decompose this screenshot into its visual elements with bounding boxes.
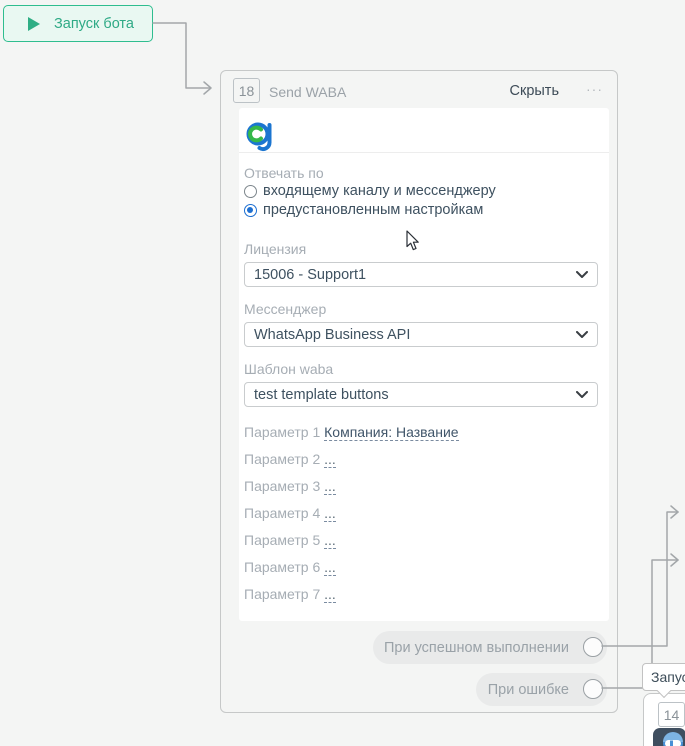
param-value-link[interactable]: ...: [324, 532, 336, 549]
param-value-link[interactable]: ...: [324, 478, 336, 495]
waba-template-label: Шаблон waba: [244, 361, 598, 378]
start-bot-node[interactable]: Запуск бота: [3, 5, 153, 42]
arrowhead-icon: [671, 506, 678, 518]
param-label: Параметр 7: [244, 586, 320, 602]
param-row: Параметр 1 Компания: Название: [244, 425, 598, 439]
error-connector-port[interactable]: [583, 679, 603, 699]
radio-checked-icon[interactable]: [244, 204, 257, 217]
param-row: Параметр 7 ...: [244, 587, 598, 601]
node-number-badge: 18: [233, 78, 260, 103]
wire-start-to-node: [153, 23, 210, 88]
chevron-down-icon: [576, 331, 588, 339]
arrowhead-icon: [204, 82, 211, 94]
param-label: Параметр 5: [244, 532, 320, 548]
param-row: Параметр 2 ...: [244, 452, 598, 466]
license-select[interactable]: 15006 - Support1: [244, 262, 598, 287]
node-number-badge: 14: [658, 702, 685, 727]
radio-option-incoming-channel[interactable]: входящему каналу и мессенджеру: [244, 182, 598, 201]
radio-option-label: предустановленным настройкам: [263, 201, 483, 220]
param-value-link[interactable]: ...: [324, 559, 336, 576]
waba-template-select-value: test template buttons: [254, 387, 389, 403]
chevron-down-icon: [576, 391, 588, 399]
node-menu-button[interactable]: ···: [586, 81, 603, 97]
license-select-value: 15006 - Support1: [254, 267, 366, 283]
success-connector-port[interactable]: [583, 637, 603, 657]
flow-canvas: Запуск бота 18 Send WABA Скрыть ··· Отве…: [0, 0, 685, 746]
messenger-app-icon: [653, 728, 685, 746]
i2crm-logo-icon: [244, 115, 275, 153]
messenger-select[interactable]: WhatsApp Business API: [244, 322, 598, 347]
mouse-cursor-icon: [406, 230, 422, 252]
play-icon: [28, 17, 40, 31]
radio-option-preset-settings[interactable]: предустановленным настройкам: [244, 201, 598, 220]
param-row: Параметр 3 ...: [244, 479, 598, 493]
radio-unchecked-icon[interactable]: [244, 185, 257, 198]
radio-option-label: входящему каналу и мессенджеру: [263, 182, 496, 201]
send-waba-node[interactable]: 18 Send WABA Скрыть ··· Отвечать по вход…: [220, 70, 618, 713]
app-logo-row: [239, 108, 609, 153]
hide-node-button[interactable]: Скрыть: [510, 83, 560, 99]
node-settings-card: Отвечать по входящему каналу и мессендже…: [239, 108, 609, 621]
chevron-down-icon: [576, 271, 588, 279]
param-label: Параметр 1: [244, 424, 320, 440]
param-row: Параметр 4 ...: [244, 506, 598, 520]
output-success-pill: При успешном выполнении: [373, 631, 607, 664]
node-title: Send WABA: [269, 84, 346, 100]
param-row: Параметр 5 ...: [244, 533, 598, 547]
arrowhead-icon: [671, 554, 678, 566]
param-value-link[interactable]: Компания: Название: [324, 424, 458, 441]
reply-by-label: Отвечать по: [244, 165, 598, 182]
waba-template-select[interactable]: test template buttons: [244, 382, 598, 407]
start-bot-label: Запуск бота: [54, 16, 134, 32]
param-label: Параметр 4: [244, 505, 320, 521]
messenger-label: Мессенджер: [244, 301, 598, 318]
messenger-select-value: WhatsApp Business API: [254, 327, 410, 343]
param-label: Параметр 3: [244, 478, 320, 494]
param-label: Параметр 2: [244, 451, 320, 467]
neighbor-node-14[interactable]: 14: [643, 693, 685, 746]
param-row: Параметр 6 ...: [244, 560, 598, 574]
param-value-link[interactable]: ...: [324, 586, 336, 603]
param-label: Параметр 6: [244, 559, 320, 575]
param-value-link[interactable]: ...: [324, 505, 336, 522]
param-value-link[interactable]: ...: [324, 451, 336, 468]
